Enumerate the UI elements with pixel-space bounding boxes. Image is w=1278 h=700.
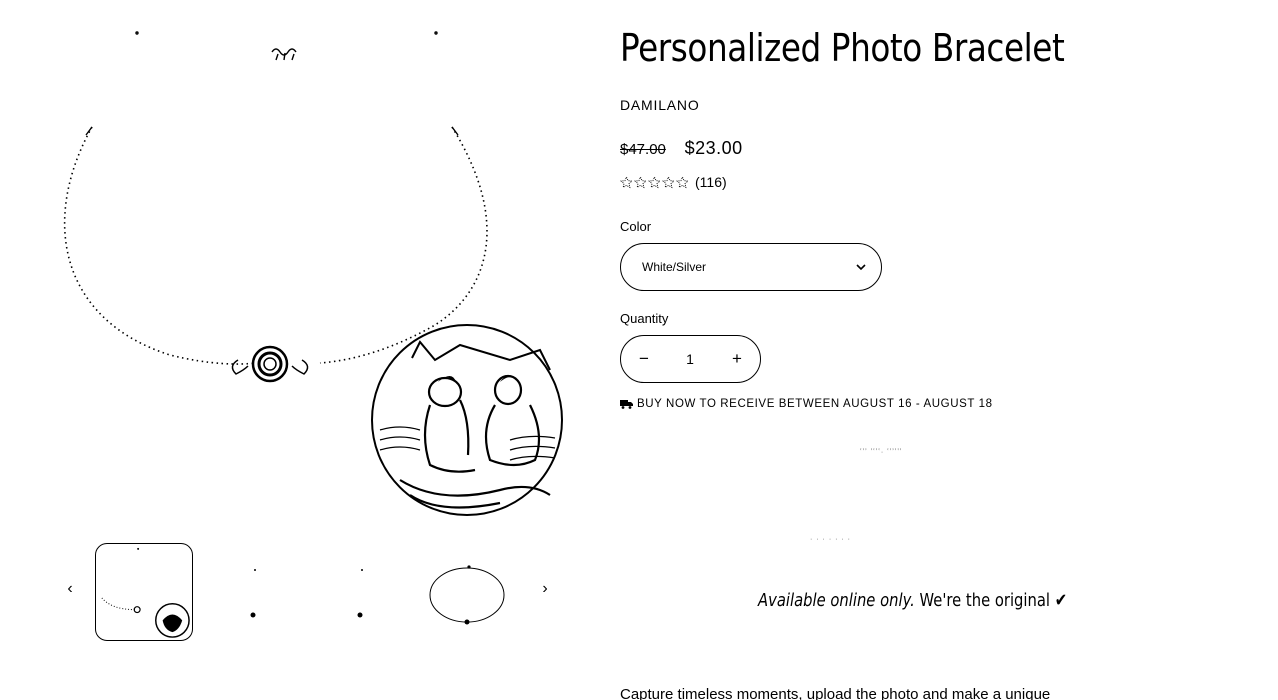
color-label: Color — [620, 219, 652, 234]
quantity-decrease-button[interactable]: − — [621, 336, 667, 382]
price: $47.00 $23.00 — [620, 138, 743, 159]
rating-stars — [620, 175, 689, 189]
thumbnail-strip: ‹ › — [55, 540, 565, 645]
faint-text-line: · · · · · · · — [810, 536, 851, 543]
quantity-increase-button[interactable]: + — [714, 336, 760, 382]
tagline-rest: We're the original ✔ — [914, 590, 1068, 611]
product-title: Personalized Photo Bracelet — [620, 26, 1065, 70]
main-product-image[interactable] — [40, 20, 580, 530]
product-rating[interactable]: (116) — [620, 174, 727, 190]
chevron-down-icon — [856, 264, 866, 271]
faint-text-line: ʽʽʼ ʽʽʼʽ· ʽʽʼʽʽʼ — [860, 449, 903, 456]
star-icon — [676, 175, 689, 188]
product-gallery: ‹ › — [0, 0, 600, 700]
product-description: Capture timeless moments, upload the pho… — [620, 686, 1051, 700]
star-icon — [648, 175, 661, 188]
tagline-italic: Available online only. — [758, 590, 915, 611]
color-select[interactable]: White/Silver — [620, 243, 882, 291]
thumbnail-bracelet-chain-image — [429, 565, 505, 625]
chevron-left-icon: ‹ — [67, 580, 73, 597]
thumbnail-4[interactable] — [417, 543, 515, 641]
thumbnail-bracelet-image — [250, 569, 256, 618]
product-page: ‹ › Personalized Photo Bracelet DAMILANO… — [0, 0, 1278, 700]
truck-icon — [620, 400, 633, 409]
star-icon — [634, 175, 647, 188]
thumbnail-next-button[interactable]: › — [532, 576, 558, 602]
star-icon — [620, 175, 633, 188]
thumbnail-bracelet-image — [357, 569, 363, 618]
bracelet-illustration — [63, 31, 563, 516]
quantity-stepper: − + — [620, 335, 761, 383]
sale-price: $23.00 — [684, 138, 743, 158]
online-only-tagline: Available online only. We're the origina… — [758, 590, 1067, 611]
quantity-label: Quantity — [620, 311, 669, 326]
thumbnail-bracelet-photo-image — [101, 547, 190, 638]
star-icon — [662, 175, 675, 188]
thumbnail-1[interactable] — [95, 543, 193, 641]
shipping-text: BUY NOW TO RECEIVE BETWEEN AUGUST 16 - A… — [637, 398, 993, 410]
rating-count: (116) — [695, 174, 727, 190]
quantity-input[interactable] — [667, 336, 713, 382]
compare-at-price: $47.00 — [620, 141, 666, 158]
thumbnail-prev-button[interactable]: ‹ — [57, 576, 83, 602]
thumbnail-3[interactable] — [310, 543, 408, 641]
product-vendor[interactable]: DAMILANO — [620, 97, 700, 113]
thumbnail-2[interactable] — [203, 543, 301, 641]
product-info: Personalized Photo Bracelet DAMILANO $47… — [620, 0, 1260, 700]
color-select-value: White/Silver — [642, 260, 707, 274]
shipping-estimate: BUY NOW TO RECEIVE BETWEEN AUGUST 16 - A… — [620, 398, 993, 410]
chevron-right-icon: › — [542, 580, 548, 597]
